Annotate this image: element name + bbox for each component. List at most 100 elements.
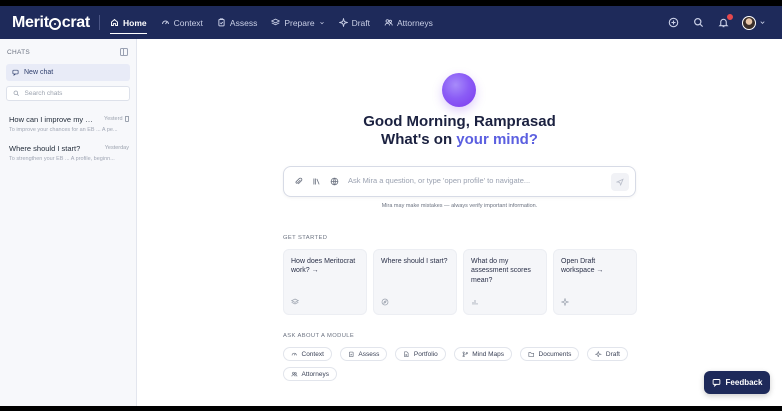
chat-list-item[interactable]: Where should I start? Yesterday To stren… [9,144,129,162]
stack-icon [290,298,300,305]
new-chat-button[interactable]: New chat [6,64,130,81]
layers-icon [271,18,281,26]
assess-icon [348,351,354,357]
context-icon [291,352,297,356]
disclaimer-text: Mira may make mistakes — always verify i… [381,203,538,209]
sidebar-toggle-icon[interactable] [120,48,128,56]
top-navbar: Merit crat Home Context Assess Prepare D… [0,6,782,39]
new-item-button[interactable] [667,17,679,29]
chat-search [6,86,130,101]
card-text: What do my assessment scores mean? [471,258,531,284]
chip-documents[interactable]: Documents [520,347,580,361]
chat-list-item[interactable]: How can I improve my EB ... Yesterd To i… [9,115,129,133]
chat-time: Yesterday [104,145,129,151]
logo-text-start: Merit [12,14,49,31]
search-icon [13,90,19,97]
chat-time: Yesterd [104,116,123,122]
feedback-icon [712,379,720,387]
greeting-prefix: What's on [381,131,457,148]
chip-label: Assess [358,350,380,358]
folder-icon [528,352,535,357]
logo[interactable]: Merit crat [12,14,90,32]
chevron-down-icon [319,21,324,24]
nav-menu: Home Context Assess Prepare Draft Attorn… [110,6,433,39]
card-assessment-scores[interactable]: What do my assessment scores mean? [463,249,547,315]
compass-icon [381,298,389,306]
sidebar-heading: CHATS [7,49,31,56]
chip-label: Mind Maps [472,350,505,358]
nav-item-draft[interactable]: Draft [338,6,370,39]
new-chat-label: New chat [24,69,54,76]
search-button[interactable] [692,17,704,29]
card-text: Where should I start? [381,258,448,265]
card-open-draft-workspace[interactable]: Open Draft workspace → [553,249,637,315]
web-search-button[interactable] [330,177,339,186]
nav-item-assess[interactable]: Assess [217,6,257,39]
app-window: Merit crat Home Context Assess Prepare D… [0,6,782,406]
feedback-button[interactable]: Feedback [704,371,770,394]
bar-chart-icon [472,300,478,305]
module-label: ASK ABOUT A MODULE [283,333,355,339]
chip-draft[interactable]: Draft [587,347,628,361]
assess-icon [218,18,225,27]
nav-item-prepare[interactable]: Prepare [271,6,324,39]
avatar [742,15,756,30]
chip-attorneys[interactable]: Attorneys [283,367,337,381]
chip-label: Portfolio [413,350,438,358]
user-menu[interactable] [742,15,766,30]
nav-item-context[interactable]: Context [161,6,203,39]
chat-preview: To improve your chances for an EB ... A … [9,127,118,133]
starter-cards: How does Meritocrat work? → Where should… [283,249,637,315]
ask-input[interactable] [348,176,598,185]
chat-sidebar: CHATS New chat How can I improve my EB .… [0,39,137,406]
greeting-accent: your mind? [456,131,538,148]
globe-icon [330,177,339,186]
library-button[interactable] [312,177,321,186]
document-icon [404,351,409,357]
plus-circle-icon [668,17,678,28]
trash-icon[interactable] [124,116,129,122]
logo-text-end: crat [61,14,90,31]
notification-badge [726,12,734,21]
nav-item-label: Prepare [284,17,315,28]
sparkle-icon [595,350,602,358]
chat-bubble-icon [12,69,19,76]
chip-assess[interactable]: Assess [339,347,388,361]
logo-o-mark [49,18,62,30]
chip-label: Context [301,350,324,358]
context-icon [161,20,169,25]
assistant-orb [442,73,476,107]
library-icon [313,178,320,185]
greeting-subtitle: What's on your mind? [137,131,782,148]
card-how-does-meritocrat-work[interactable]: How does Meritocrat work? → [283,249,367,315]
attach-button[interactable] [294,177,303,186]
chip-label: Attorneys [301,370,329,378]
send-button[interactable] [611,173,629,191]
card-text: Open Draft workspace → [561,258,604,275]
notifications-button[interactable] [717,12,734,29]
home-icon [111,18,118,26]
module-chips: Context Assess Portfolio Mind Maps Docum… [283,347,633,381]
nav-item-home[interactable]: Home [110,6,147,39]
chat-title: How can I improve my EB ... [9,115,97,124]
greeting-title: Good Morning, Ramprasad [363,113,556,130]
composer-tools [294,177,339,186]
sparkle-icon [560,297,570,307]
chip-mind-maps[interactable]: Mind Maps [453,347,513,361]
sparkle-icon [338,18,348,27]
nav-item-attorneys[interactable]: Attorneys [384,6,433,39]
card-text: How does Meritocrat work? → [291,258,356,275]
branch-icon [462,351,468,357]
nav-item-label: Draft [351,17,370,28]
chip-label: Draft [605,350,620,358]
main-content: Good Morning, Ramprasad What's on your m… [137,39,782,406]
nav-divider [99,15,100,30]
feedback-label: Feedback [725,378,763,387]
chip-portfolio[interactable]: Portfolio [395,347,446,361]
nav-item-label: Assess [229,17,258,28]
search-chats-input[interactable] [24,90,125,97]
send-icon [616,178,624,186]
card-where-should-i-start[interactable]: Where should I start? [373,249,457,315]
get-started-label: GET STARTED [283,235,328,241]
chip-context[interactable]: Context [283,347,332,361]
